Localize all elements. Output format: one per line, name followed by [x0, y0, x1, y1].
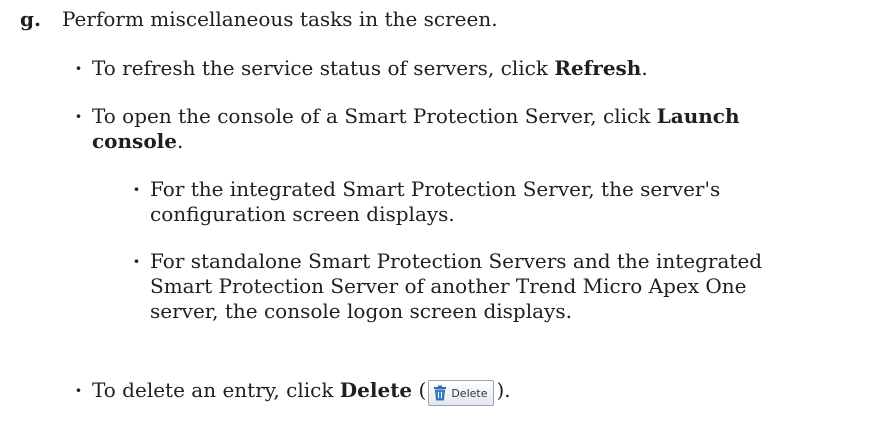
- list-item-launch-console: To open the console of a Smart Protectio…: [92, 104, 740, 154]
- delete-close-paren: ).: [496, 378, 511, 402]
- standalone-line3: server, the console logon screen display…: [150, 299, 572, 323]
- list-item-standalone: For standalone Smart Protection Servers …: [150, 249, 762, 324]
- bullet-icon: [133, 249, 140, 274]
- trash-icon: [434, 385, 447, 401]
- delete-button[interactable]: Delete: [428, 380, 495, 406]
- refresh-period: .: [641, 56, 648, 80]
- standalone-line2: Smart Protection Server of another Trend…: [150, 274, 747, 298]
- delete-button-label: Delete: [451, 386, 488, 400]
- refresh-keyword: Refresh: [554, 56, 642, 80]
- bullet-icon: [75, 56, 82, 81]
- launch-keyword: Launch: [656, 104, 740, 128]
- list-item-delete: To delete an entry, click Delete (Delete…: [92, 378, 511, 406]
- integrated-line2: configuration screen displays.: [150, 202, 455, 226]
- list-item-refresh: To refresh the service status of servers…: [92, 56, 648, 81]
- refresh-text: To refresh the service status of servers…: [92, 56, 555, 80]
- launch-period: .: [176, 129, 184, 153]
- bullet-icon: [133, 177, 140, 202]
- launch-text: To open the console of a Smart Protectio…: [92, 104, 657, 128]
- step-text: Perform miscellaneous tasks in the scree…: [62, 7, 498, 31]
- step-marker: g.: [20, 7, 41, 31]
- list-item-integrated: For the integrated Smart Protection Serv…: [150, 177, 720, 227]
- delete-keyword: Delete: [339, 378, 413, 402]
- bullet-icon: [75, 378, 82, 403]
- bullet-icon: [75, 104, 82, 129]
- delete-text: To delete an entry, click: [92, 378, 340, 402]
- step-g: g. Perform miscellaneous tasks in the scr…: [20, 6, 498, 32]
- launch-keyword-line2: console: [92, 129, 177, 153]
- delete-open-paren: (: [412, 378, 427, 402]
- standalone-line1: For standalone Smart Protection Servers …: [150, 249, 763, 273]
- integrated-line1: For the integrated Smart Protection Serv…: [150, 177, 721, 201]
